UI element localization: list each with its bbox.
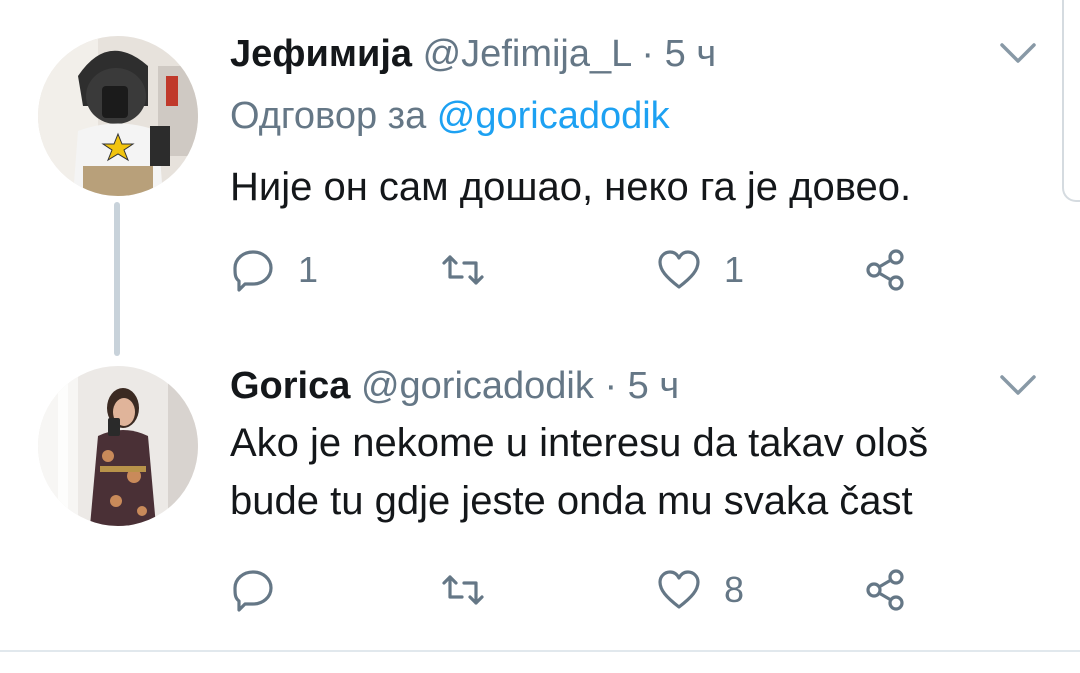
tweet-text-line: bude tu gdje jeste onda mu svaka čast [230,479,913,523]
replying-to-label: Одговор за [230,95,427,137]
tweet-text: Ako je nekome u interesu da takav ološ b… [230,414,928,530]
tweet1-header: Јефимија @Jefimija_L · 5 ч [230,32,716,76]
tweet-text-line: Ako je nekome u interesu da takav ološ [230,421,929,465]
separator-dot: · [641,33,655,75]
reply-icon [233,570,273,612]
like-count: 1 [724,249,745,290]
author-handle[interactable]: @Jefimija_L [423,33,631,75]
share-button[interactable] [862,566,908,614]
like-button[interactable]: 8 [656,566,744,614]
like-button[interactable]: 1 [656,246,744,294]
tweet2-header: Gorica @goricadodik · 5 ч [230,364,679,408]
reply-button[interactable]: 1 [230,246,318,294]
share-icon [866,249,904,291]
tweet2-actions: 8 [230,566,950,614]
tweet-thread: Јефимија @Jefimija_L · 5 ч Одговор за @g… [0,0,1080,673]
share-icon [866,569,904,611]
author-name[interactable]: Јефимија [230,33,412,75]
heart-icon [658,570,700,609]
share-button[interactable] [862,246,908,294]
retweet-icon [442,255,484,285]
timestamp[interactable]: 5 ч [628,365,680,407]
author-handle[interactable]: @goricadodik [361,365,594,407]
timestamp[interactable]: 5 ч [665,33,717,75]
thread-connector-line [114,202,120,356]
reply-button[interactable] [230,566,298,614]
tweet-divider [0,650,1080,652]
chevron-down-icon[interactable] [998,372,1038,398]
reply-icon [233,250,273,292]
like-count: 8 [724,569,745,610]
reply-count: 1 [298,249,319,290]
retweet-icon [442,575,484,605]
author-name[interactable]: Gorica [230,365,350,407]
retweet-button[interactable] [440,246,508,294]
replying-to: Одговор за @goricadodik [230,94,670,138]
tweet-text: Није он сам дошао, неко га је довео. [230,165,912,209]
avatar-jefimija[interactable] [38,36,198,196]
chevron-down-icon[interactable] [998,40,1038,66]
heart-icon [658,250,700,289]
replying-to-mention[interactable]: @goricadodik [437,95,670,137]
avatar-gorica[interactable] [38,366,198,526]
tweet1-actions: 1 1 [230,246,950,294]
retweet-button[interactable] [440,566,508,614]
separator-dot: · [604,365,618,407]
